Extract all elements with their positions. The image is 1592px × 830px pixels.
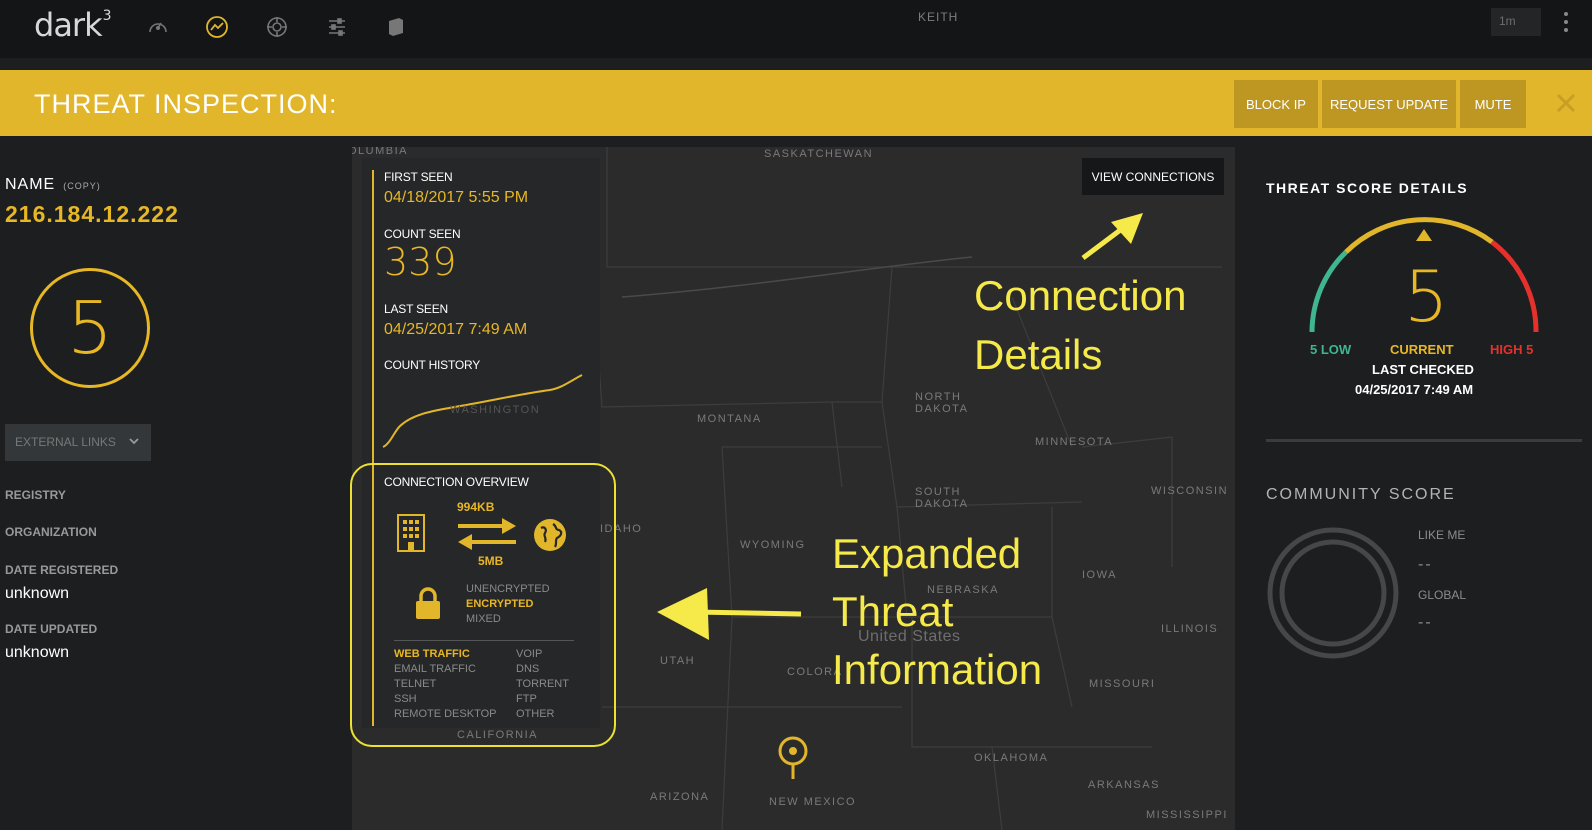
mute-button[interactable]: MUTE — [1460, 80, 1526, 128]
time-range-select[interactable]: 1m — [1491, 8, 1541, 36]
copy-button[interactable]: (COPY) — [63, 181, 101, 191]
banner-title: THREAT INSPECTION: — [34, 89, 338, 119]
map-label-wisconsin: WISCONSIN — [1151, 485, 1229, 497]
name-label: NAME (COPY) — [5, 176, 101, 193]
like-me-label: LIKE ME — [1418, 528, 1466, 542]
map-pin-icon[interactable] — [776, 735, 810, 781]
logo[interactable]: dark3 — [34, 6, 112, 44]
date-registered-value: unknown — [5, 585, 70, 602]
map-label-south-dakota: SOUTH DAKOTA — [915, 486, 969, 510]
top-nav: dark3 KEITH 1m — [0, 0, 1592, 58]
right-panel-divider — [1266, 439, 1582, 442]
global-value: -- — [1418, 614, 1433, 631]
cube-icon[interactable] — [384, 15, 408, 39]
gauge-current-label: CURRENT — [1390, 342, 1454, 357]
chevron-down-icon — [129, 438, 139, 445]
ip-address: 216.184.12.222 — [5, 201, 179, 227]
map-label-columbia: OLUMBIA — [352, 147, 409, 157]
crosshair-icon[interactable] — [265, 15, 289, 39]
date-updated-label: DATE UPDATED — [5, 622, 98, 636]
annotation-details: Details — [974, 331, 1103, 378]
map-label-minnesota: MINNESOTA — [1035, 436, 1114, 448]
registry-label: REGISTRY — [5, 488, 66, 502]
last-seen-value: 04/25/2017 7:49 AM — [384, 321, 528, 338]
last-checked-value: 04/25/2017 7:49 AM — [1355, 382, 1474, 397]
connection-overview-highlight — [350, 463, 616, 747]
count-seen-label: COUNT SEEN — [384, 227, 461, 241]
map-label-illinois: ILLINOIS — [1161, 623, 1219, 635]
community-score-ring — [1267, 527, 1399, 659]
date-updated-value: unknown — [5, 644, 70, 661]
map-label-oklahoma: OKLAHOMA — [974, 752, 1049, 764]
map-label-montana: MONTANA — [697, 413, 762, 425]
organization-label: ORGANIZATION — [5, 525, 97, 539]
date-registered-label: DATE REGISTERED — [5, 563, 119, 577]
map-label-mississippi: MISSISSIPPI — [1146, 809, 1228, 821]
map-label-north-dakota: NORTH DAKOTA — [915, 391, 969, 415]
map-label-utah: UTAH — [660, 655, 696, 667]
last-seen-label: LAST SEEN — [384, 302, 449, 316]
annotation-information: Information — [832, 646, 1043, 693]
count-history-label: COUNT HISTORY — [384, 358, 481, 372]
block-ip-button[interactable]: BLOCK IP — [1234, 80, 1318, 128]
user-name[interactable]: KEITH — [918, 10, 958, 24]
gauge-score: 5 — [1404, 256, 1449, 338]
gauge-high-label: HIGH 5 — [1490, 342, 1534, 357]
gauge-low-label: 5 LOW — [1310, 342, 1352, 357]
external-links-dropdown[interactable]: EXTERNAL LINKS — [5, 424, 151, 461]
map-label-wyoming: WYOMING — [740, 539, 806, 551]
threat-score-circle: 5 — [30, 268, 150, 388]
threat-inspection-banner: THREAT INSPECTION: BLOCK IP REQUEST UPDA… — [0, 70, 1592, 136]
count-seen-value: 339 — [384, 240, 457, 284]
speedometer-icon[interactable] — [146, 15, 170, 39]
annotation-expanded: Expanded — [832, 530, 1022, 577]
last-checked-label: LAST CHECKED — [1372, 362, 1474, 377]
chart-line-icon[interactable] — [205, 15, 229, 39]
map-label-iowa: IOWA — [1082, 569, 1117, 581]
external-links-label: EXTERNAL LINKS — [15, 435, 116, 449]
map-label-saskatchewan: SASKATCHEWAN — [764, 148, 874, 160]
request-update-button[interactable]: REQUEST UPDATE — [1322, 80, 1456, 128]
first-seen-value: 04/18/2017 5:55 PM — [384, 189, 529, 206]
map-label-missouri: MISSOURI — [1089, 678, 1156, 690]
arrow-annotation-connections — [1081, 213, 1143, 260]
like-me-value: -- — [1418, 556, 1433, 573]
annotation-connection: Connection — [974, 272, 1187, 319]
arrow-annotation-expanded — [657, 588, 802, 640]
annotation-threat: Threat — [832, 588, 954, 635]
close-icon[interactable] — [1553, 90, 1579, 116]
more-vertical-icon[interactable] — [1562, 12, 1570, 36]
global-label: GLOBAL — [1418, 588, 1467, 602]
view-connections-button[interactable]: VIEW CONNECTIONS — [1082, 158, 1224, 195]
map-label-arkansas: ARKANSAS — [1088, 779, 1160, 791]
map-label-arizona: ARIZONA — [650, 791, 710, 803]
threat-score-details-title: THREAT SCORE DETAILS — [1266, 180, 1469, 196]
sliders-icon[interactable] — [325, 15, 349, 39]
community-score-title: COMMUNITY SCORE — [1266, 486, 1456, 503]
map-label-new-mexico: NEW MEXICO — [769, 796, 857, 808]
map-label-washington: WASHINGTON — [450, 404, 541, 416]
first-seen-label: FIRST SEEN — [384, 170, 453, 184]
